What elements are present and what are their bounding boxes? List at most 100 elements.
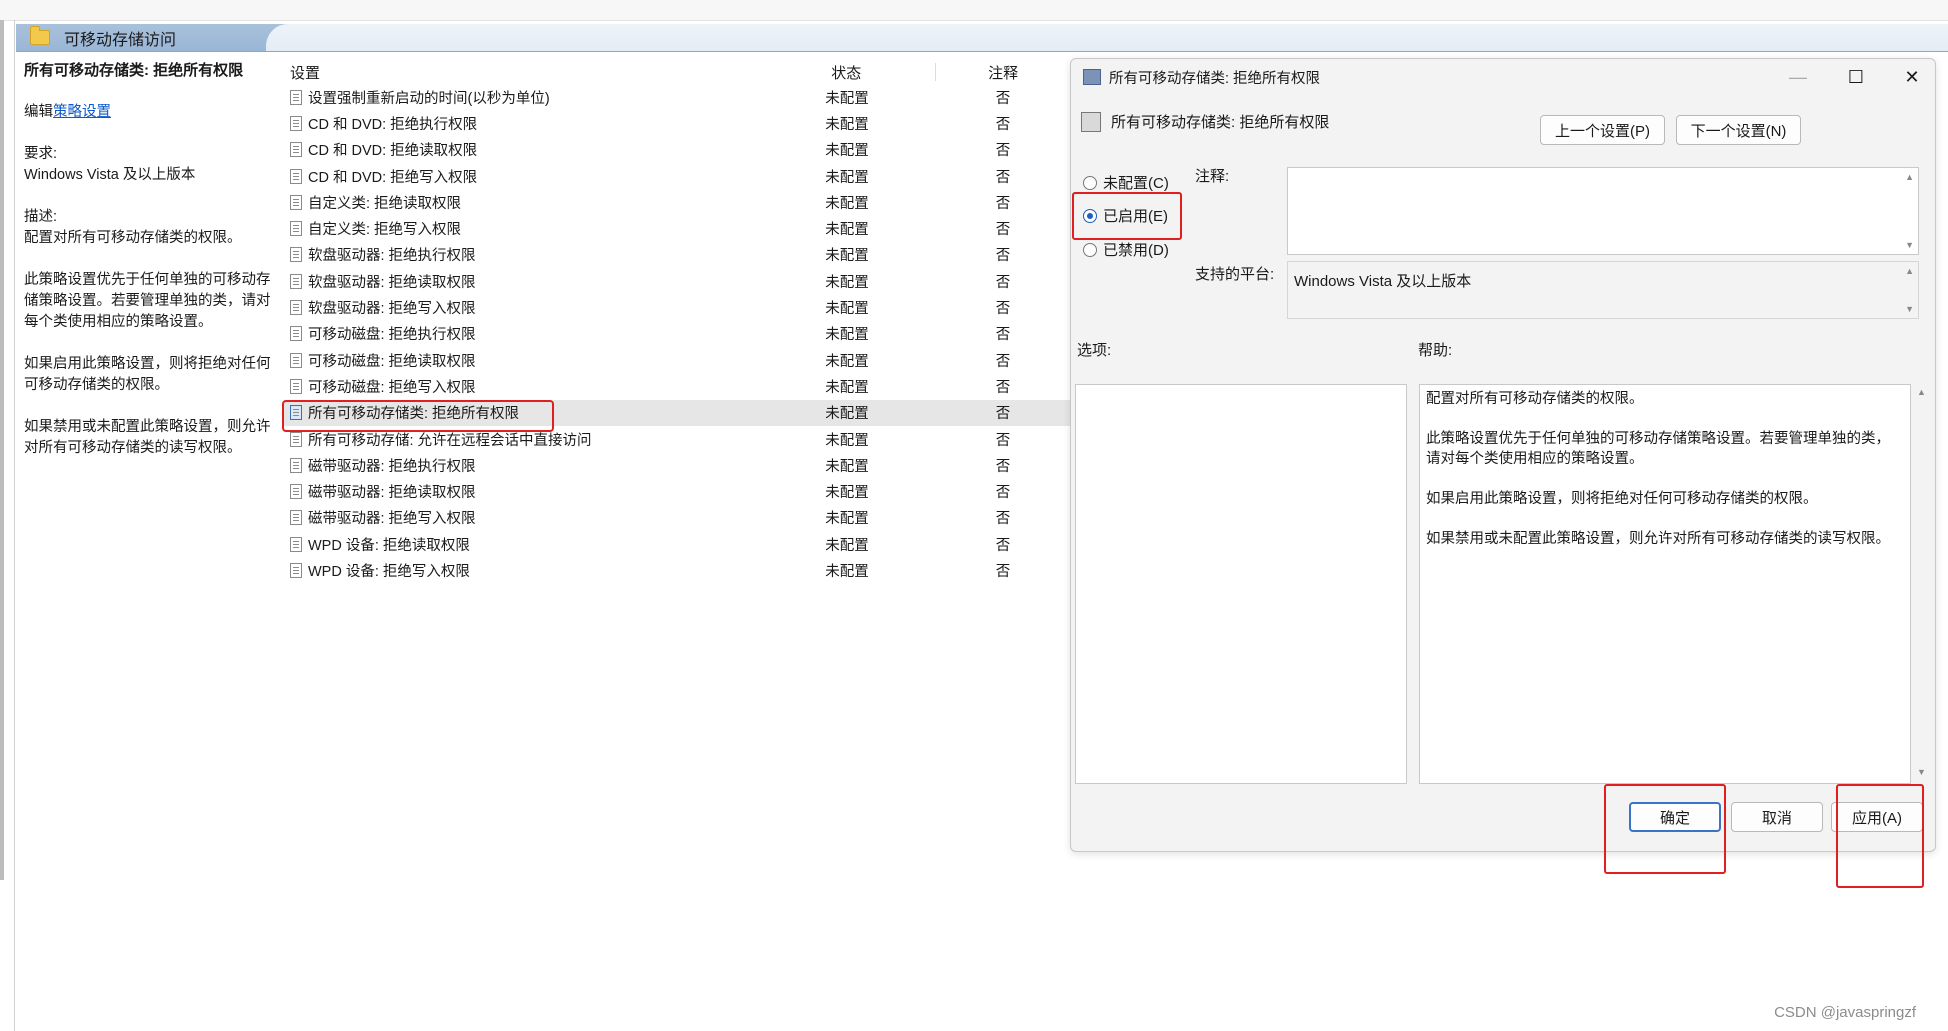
enabled-highlight bbox=[1072, 192, 1182, 240]
help-panel[interactable]: 配置对所有可移动存储类的权限。 此策略设置优先于任何单独的可移动存储策略设置。若… bbox=[1419, 384, 1911, 784]
table-row[interactable]: WPD 设备: 拒绝读取权限 未配置 否 bbox=[284, 531, 1070, 557]
setting-note: 否 bbox=[995, 485, 1011, 502]
left-scroll-edge bbox=[0, 20, 4, 880]
policy-document-icon bbox=[290, 115, 302, 131]
setting-state: 未配置 bbox=[825, 458, 869, 475]
column-header-setting[interactable]: 设置 bbox=[284, 62, 757, 83]
radio-disabled[interactable]: 已禁用(D) bbox=[1083, 239, 1169, 260]
maximize-button[interactable]: ☐ bbox=[1833, 63, 1879, 91]
edit-line: 编辑策略设置 bbox=[24, 102, 276, 123]
setting-state: 未配置 bbox=[825, 195, 869, 212]
scroll-down-icon[interactable]: ▼ bbox=[1905, 304, 1914, 314]
table-row[interactable]: 可移动磁盘: 拒绝读取权限 未配置 否 bbox=[284, 347, 1070, 373]
table-row[interactable]: 软盘驱动器: 拒绝执行权限 未配置 否 bbox=[284, 242, 1070, 268]
table-row[interactable]: 设置强制重新启动的时间(以秒为单位) 未配置 否 bbox=[284, 84, 1070, 110]
setting-note: 否 bbox=[995, 353, 1011, 370]
prev-setting-button[interactable]: 上一个设置(P) bbox=[1540, 115, 1665, 145]
setting-name: 软盘驱动器: 拒绝写入权限 bbox=[308, 301, 476, 318]
close-button[interactable]: ✕ bbox=[1889, 63, 1935, 91]
policy-document-icon bbox=[290, 300, 302, 316]
table-row[interactable]: 磁带驱动器: 拒绝读取权限 未配置 否 bbox=[284, 478, 1070, 504]
setting-state: 未配置 bbox=[825, 563, 869, 580]
table-row[interactable]: CD 和 DVD: 拒绝执行权限 未配置 否 bbox=[284, 110, 1070, 136]
edit-policy-link[interactable]: 策略设置 bbox=[53, 104, 111, 120]
table-row[interactable]: 软盘驱动器: 拒绝写入权限 未配置 否 bbox=[284, 294, 1070, 320]
settings-list: 设置 状态 注释 设置强制重新启动的时间(以秒为单位) 未配置否 CD 和 DVD:… bbox=[284, 60, 1070, 584]
setting-name-cell: 磁带驱动器: 拒绝读取权限 bbox=[284, 481, 758, 502]
setting-name-cell: 磁带驱动器: 拒绝写入权限 bbox=[284, 507, 758, 528]
setting-name-cell: CD 和 DVD: 拒绝执行权限 bbox=[284, 113, 758, 134]
dialog-subtitle: 所有可移动存储类: 拒绝所有权限 bbox=[1111, 114, 1330, 131]
setting-state: 未配置 bbox=[825, 274, 869, 291]
header-curve bbox=[266, 24, 1948, 51]
setting-name: 软盘驱动器: 拒绝读取权限 bbox=[308, 274, 476, 291]
requirements: 要求: Windows Vista 及以上版本 bbox=[24, 144, 276, 186]
column-header-note[interactable]: 注释 bbox=[936, 62, 1070, 83]
policy-document-icon bbox=[290, 484, 302, 500]
description-text: 配置对所有可移动存储类的权限。 bbox=[24, 230, 242, 246]
radio-not-configured[interactable]: 未配置(C) bbox=[1083, 172, 1169, 193]
radio-dot[interactable] bbox=[1083, 175, 1097, 190]
setting-name-cell: 磁带驱动器: 拒绝执行权限 bbox=[284, 455, 758, 476]
dialog-subtitle-row: 所有可移动存储类: 拒绝所有权限 bbox=[1081, 111, 1329, 132]
setting-note: 否 bbox=[995, 143, 1011, 160]
table-row[interactable]: WPD 设备: 拒绝写入权限 未配置 否 bbox=[284, 557, 1070, 583]
table-row[interactable]: CD 和 DVD: 拒绝读取权限 未配置 否 bbox=[284, 137, 1070, 163]
scroll-down-icon[interactable]: ▼ bbox=[1905, 240, 1914, 250]
setting-name-cell: 自定义类: 拒绝读取权限 bbox=[284, 192, 758, 213]
setting-name: 自定义类: 拒绝写入权限 bbox=[308, 222, 462, 239]
setting-name-cell: 可移动磁盘: 拒绝读取权限 bbox=[284, 350, 758, 371]
policy-document-icon bbox=[290, 247, 302, 263]
comment-textarea[interactable]: ▲ ▼ bbox=[1287, 167, 1919, 255]
setting-name-cell: 可移动磁盘: 拒绝写入权限 bbox=[284, 376, 758, 397]
column-header-state[interactable]: 状态 bbox=[757, 62, 935, 83]
apply-highlight bbox=[1836, 784, 1924, 888]
setting-name: 可移动磁盘: 拒绝写入权限 bbox=[308, 379, 476, 396]
description-para3: 如果禁用或未配置此策略设置，则允许对所有可移动存储类的读写权限。 bbox=[24, 419, 271, 456]
setting-note: 否 bbox=[995, 222, 1011, 239]
setting-name: WPD 设备: 拒绝读取权限 bbox=[308, 537, 470, 554]
help-scroll-down-icon[interactable]: ▼ bbox=[1917, 767, 1926, 777]
policy-document-icon bbox=[290, 431, 302, 447]
ok-highlight bbox=[1604, 784, 1726, 874]
table-row[interactable]: 可移动磁盘: 拒绝写入权限 未配置 否 bbox=[284, 373, 1070, 399]
setting-note: 否 bbox=[995, 90, 1011, 107]
minimize-button[interactable]: — bbox=[1775, 63, 1821, 91]
table-row[interactable]: 自定义类: 拒绝写入权限 未配置 否 bbox=[284, 215, 1070, 241]
scroll-up-icon[interactable]: ▲ bbox=[1905, 172, 1914, 182]
setting-state: 未配置 bbox=[825, 327, 869, 344]
table-row[interactable]: 磁带驱动器: 拒绝执行权限 未配置 否 bbox=[284, 452, 1070, 478]
help-scroll-up-icon[interactable]: ▲ bbox=[1917, 387, 1926, 397]
policy-document-icon bbox=[290, 352, 302, 368]
setting-name-cell: WPD 设备: 拒绝写入权限 bbox=[284, 560, 758, 581]
description-pane: 所有可移动存储类: 拒绝所有权限 编辑策略设置 要求: Windows Vista… bbox=[24, 60, 276, 480]
setting-name: CD 和 DVD: 拒绝执行权限 bbox=[308, 116, 478, 133]
requirements-label: 要求: bbox=[24, 146, 58, 162]
cancel-button[interactable]: 取消 bbox=[1731, 802, 1823, 832]
next-setting-button[interactable]: 下一个设置(N) bbox=[1676, 115, 1801, 145]
policy-dialog: 所有可移动存储类: 拒绝所有权限 — ☐ ✕ 所有可移动存储类: 拒绝所有权限 … bbox=[1070, 58, 1936, 852]
policy-document-icon bbox=[290, 326, 302, 342]
setting-state: 未配置 bbox=[825, 511, 869, 528]
setting-name-cell: 软盘驱动器: 拒绝写入权限 bbox=[284, 297, 758, 318]
setting-state: 未配置 bbox=[825, 301, 869, 318]
table-row[interactable]: 自定义类: 拒绝读取权限 未配置 否 bbox=[284, 189, 1070, 215]
setting-name-cell: WPD 设备: 拒绝读取权限 bbox=[284, 534, 758, 555]
setting-name: 软盘驱动器: 拒绝执行权限 bbox=[308, 248, 476, 265]
table-row[interactable]: 磁带驱动器: 拒绝写入权限 未配置 否 bbox=[284, 505, 1070, 531]
setting-name: CD 和 DVD: 拒绝读取权限 bbox=[308, 143, 478, 160]
policy-setting-icon bbox=[1081, 111, 1101, 132]
category-title: 可移动存储访问 bbox=[64, 31, 177, 49]
policy-document-icon bbox=[290, 273, 302, 289]
radio-label: 已禁用(D) bbox=[1103, 242, 1169, 259]
description-para2: 如果启用此策略设置，则将拒绝对任何可移动存储类的权限。 bbox=[24, 356, 271, 393]
policy-document-icon bbox=[290, 142, 302, 158]
table-row[interactable]: 可移动磁盘: 拒绝执行权限 未配置 否 bbox=[284, 321, 1070, 347]
table-row[interactable]: CD 和 DVD: 拒绝写入权限 未配置 否 bbox=[284, 163, 1070, 189]
scroll-up-icon[interactable]: ▲ bbox=[1905, 266, 1914, 276]
radio-dot[interactable] bbox=[1083, 242, 1097, 257]
setting-state: 未配置 bbox=[825, 116, 869, 133]
setting-name-cell: CD 和 DVD: 拒绝写入权限 bbox=[284, 166, 758, 187]
setting-state: 未配置 bbox=[825, 248, 869, 265]
table-row[interactable]: 软盘驱动器: 拒绝读取权限 未配置 否 bbox=[284, 268, 1070, 294]
